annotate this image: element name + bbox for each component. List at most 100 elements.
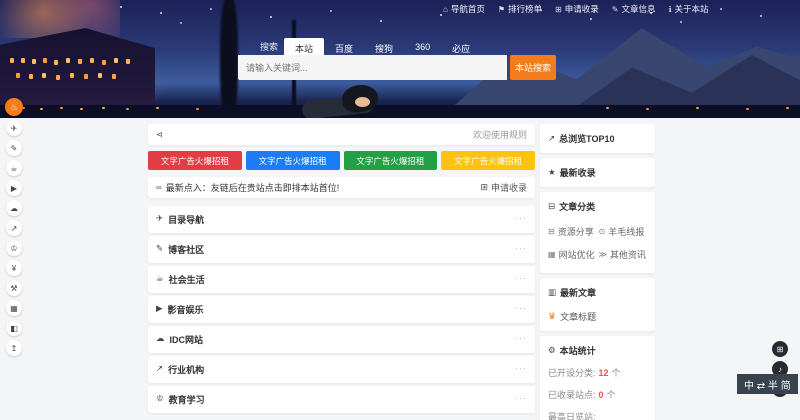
latest-articles-title: 最新文章	[560, 288, 597, 298]
water-strip	[0, 105, 800, 118]
apply-inclusion-link[interactable]: ⊞ 申请收录	[480, 181, 527, 194]
article-categories-title: 文章分类	[559, 202, 596, 212]
paper-plane-icon: ✈	[156, 213, 164, 223]
category-card-idc: ☁ IDC网站 ···	[148, 326, 535, 353]
ellipsis-menu-icon[interactable]: ···	[515, 303, 527, 313]
topnav-item-apply[interactable]: ⊞ 申请收录	[555, 3, 599, 15]
ad-button-blue[interactable]: 文字广告火爆招租	[245, 151, 340, 170]
fire-icon: ♨	[9, 101, 19, 112]
stars-decoration	[120, 6, 122, 8]
category-title: 社会生活	[168, 275, 205, 285]
topnav-label: 申请收录	[564, 4, 599, 14]
site-stats-rows: 已开设分类:12个 已收录站点:0个 最高日览站: 最高月览站: 最高总览站: …	[548, 366, 647, 420]
cloud-icon: ☁	[156, 333, 165, 343]
ellipsis-menu-icon[interactable]: ···	[515, 363, 527, 373]
category-title: 影音娱乐	[167, 305, 204, 315]
search-button[interactable]: 本站搜索	[510, 55, 556, 80]
topnav-item-ranking[interactable]: ⚑ 排行榜单	[498, 3, 542, 15]
chart-line-icon: ↗	[548, 133, 556, 143]
plus-square-icon: ⊞	[776, 344, 784, 354]
ellipsis-menu-icon[interactable]: ···	[515, 333, 527, 343]
book-icon: ✎	[611, 4, 619, 14]
category-title: 行业机构	[168, 365, 205, 375]
folder-icon: ⊟	[548, 227, 555, 236]
flag-icon: ⚑	[497, 4, 506, 14]
megaphone-icon: ⊲	[156, 130, 163, 139]
latest-sites-card: ★ 最新收录	[540, 158, 655, 187]
article-cat-seo[interactable]: ▦ 网站优化	[548, 248, 597, 261]
tree-silhouette	[220, 0, 238, 118]
ad-button-row: 文字广告火爆招租 文字广告火爆招租 文字广告火爆招租 文字广告火爆招租	[148, 151, 535, 170]
article-cat-deals[interactable]: ⊙ 羊毛线报	[599, 225, 648, 238]
float-add-button[interactable]: ⊞	[772, 341, 788, 357]
home-icon: ⌂	[443, 4, 448, 14]
category-card-education: ♔ 教育学习 ···	[148, 386, 535, 413]
topnav-item-about[interactable]: ℹ 关于本站	[668, 3, 708, 15]
topnav-label: 排行榜单	[508, 4, 543, 14]
apply-inclusion-label: 申请收录	[490, 183, 527, 193]
topnav-item-articles[interactable]: ✎ 文章信息	[612, 3, 656, 15]
article-cat-other[interactable]: ≫ 其他资讯	[599, 248, 648, 261]
topnav-item-home[interactable]: ⌂ 导航首页	[443, 3, 485, 15]
right-sidebar: ↗ 总浏览TOP10 ★ 最新收录 ⊟ 文章分类 ⊟ 资源分享 ⊙ 羊毛线报 ▦ 网站优化 …	[540, 124, 655, 420]
topnav-label: 导航首页	[450, 4, 485, 14]
crown-icon: ♛	[548, 311, 557, 321]
category-title: 教育学习	[168, 395, 205, 405]
tab-bing[interactable]: 必应	[441, 38, 481, 55]
hero-banner: ⌂ 导航首页 ⚑ 排行榜单 ⊞ 申请收录 ✎ 文章信息 ℹ 关于本站 搜索 本站 百度 搜…	[0, 0, 800, 118]
language-switch-tooltip[interactable]: 中 ⇄ 半 简	[737, 374, 798, 394]
hot-rail-button[interactable]: ♨	[5, 98, 23, 116]
stat-row: 最高日览站:	[548, 410, 647, 420]
search-label: 搜索	[260, 42, 279, 52]
article-cat-resources[interactable]: ⊟ 资源分享	[548, 225, 597, 238]
topnav-label: 文章信息	[621, 4, 656, 14]
image-icon: ▦	[548, 250, 556, 259]
ellipsis-menu-icon[interactable]: ···	[515, 243, 527, 253]
top-navigation: ⌂ 导航首页 ⚑ 排行榜单 ⊞ 申请收录 ✎ 文章信息 ℹ 关于本站	[443, 3, 709, 15]
ad-button-yellow[interactable]: 文字广告火爆招租	[441, 151, 535, 170]
latest-click-bar: ∞ 最新点入：友链后在贵站点击即排本站首位! ⊞ 申请收录	[148, 177, 535, 198]
article-item[interactable]: ♛ 文章标题	[548, 310, 647, 323]
article-item-title: 文章标题	[560, 312, 597, 322]
tab-sogou[interactable]: 搜狗	[364, 38, 404, 55]
life-icon: ☕	[156, 273, 164, 283]
category-title: 博客社区	[168, 245, 205, 255]
latest-sites-title: 最新收录	[559, 168, 596, 178]
category-card-life: ☕ 社会生活 ···	[148, 266, 535, 293]
video-icon: ▶	[156, 303, 163, 313]
notice-text: 欢迎使用规则	[472, 130, 527, 140]
ellipsis-menu-icon[interactable]: ···	[515, 213, 527, 223]
stat-label: 已开设分类:	[548, 368, 596, 378]
ad-button-green[interactable]: 文字广告火爆招租	[343, 151, 438, 170]
tab-baidu[interactable]: 百度	[324, 38, 364, 55]
latest-click-text: 最新点入：友链后在贵站点击即排本站首位!	[165, 183, 340, 193]
notice-bar: ⊲ 欢迎使用规则	[148, 124, 535, 145]
article-cat-label: 资源分享	[557, 227, 594, 237]
category-title: IDC网站	[169, 335, 204, 345]
top10-card: ↗ 总浏览TOP10	[540, 124, 655, 153]
plus-square-icon: ⊞	[555, 4, 562, 14]
search-input[interactable]	[238, 55, 507, 80]
bell-icon: ♪	[778, 364, 782, 374]
chart-line-icon: ↗	[156, 363, 164, 373]
stat-value: 12	[598, 367, 609, 378]
blog-icon: ✎	[156, 243, 164, 253]
ellipsis-menu-icon[interactable]: ···	[515, 393, 527, 403]
category-title: 目录导航	[168, 215, 205, 225]
ad-button-red[interactable]: 文字广告火爆招租	[148, 151, 242, 170]
gear-icon: ⚙	[548, 345, 556, 355]
article-categories-card: ⊟ 文章分类 ⊟ 资源分享 ⊙ 羊毛线报 ▦ 网站优化 ≫ 其他资讯	[540, 192, 655, 273]
search-engine-tabs: 搜索 本站 百度 搜狗 360 必应	[238, 38, 556, 55]
ellipsis-menu-icon[interactable]: ···	[515, 273, 527, 283]
stat-row: 已收录站点: 0 个	[548, 388, 647, 401]
forward-icon: ≫	[598, 250, 607, 259]
folder-icon: ⊟	[548, 201, 556, 211]
tab-this-site[interactable]: 本站	[284, 38, 325, 55]
tab-360[interactable]: 360	[404, 38, 441, 55]
plus-square-icon: ⊞	[480, 182, 488, 192]
article-cat-label: 网站优化	[558, 250, 595, 260]
category-card-directory: ✈ 目录导航 ···	[148, 206, 535, 233]
stat-row: 已开设分类: 12 个	[548, 366, 647, 379]
stat-label: 已收录站点:	[548, 390, 596, 400]
star-icon: ★	[548, 167, 556, 177]
